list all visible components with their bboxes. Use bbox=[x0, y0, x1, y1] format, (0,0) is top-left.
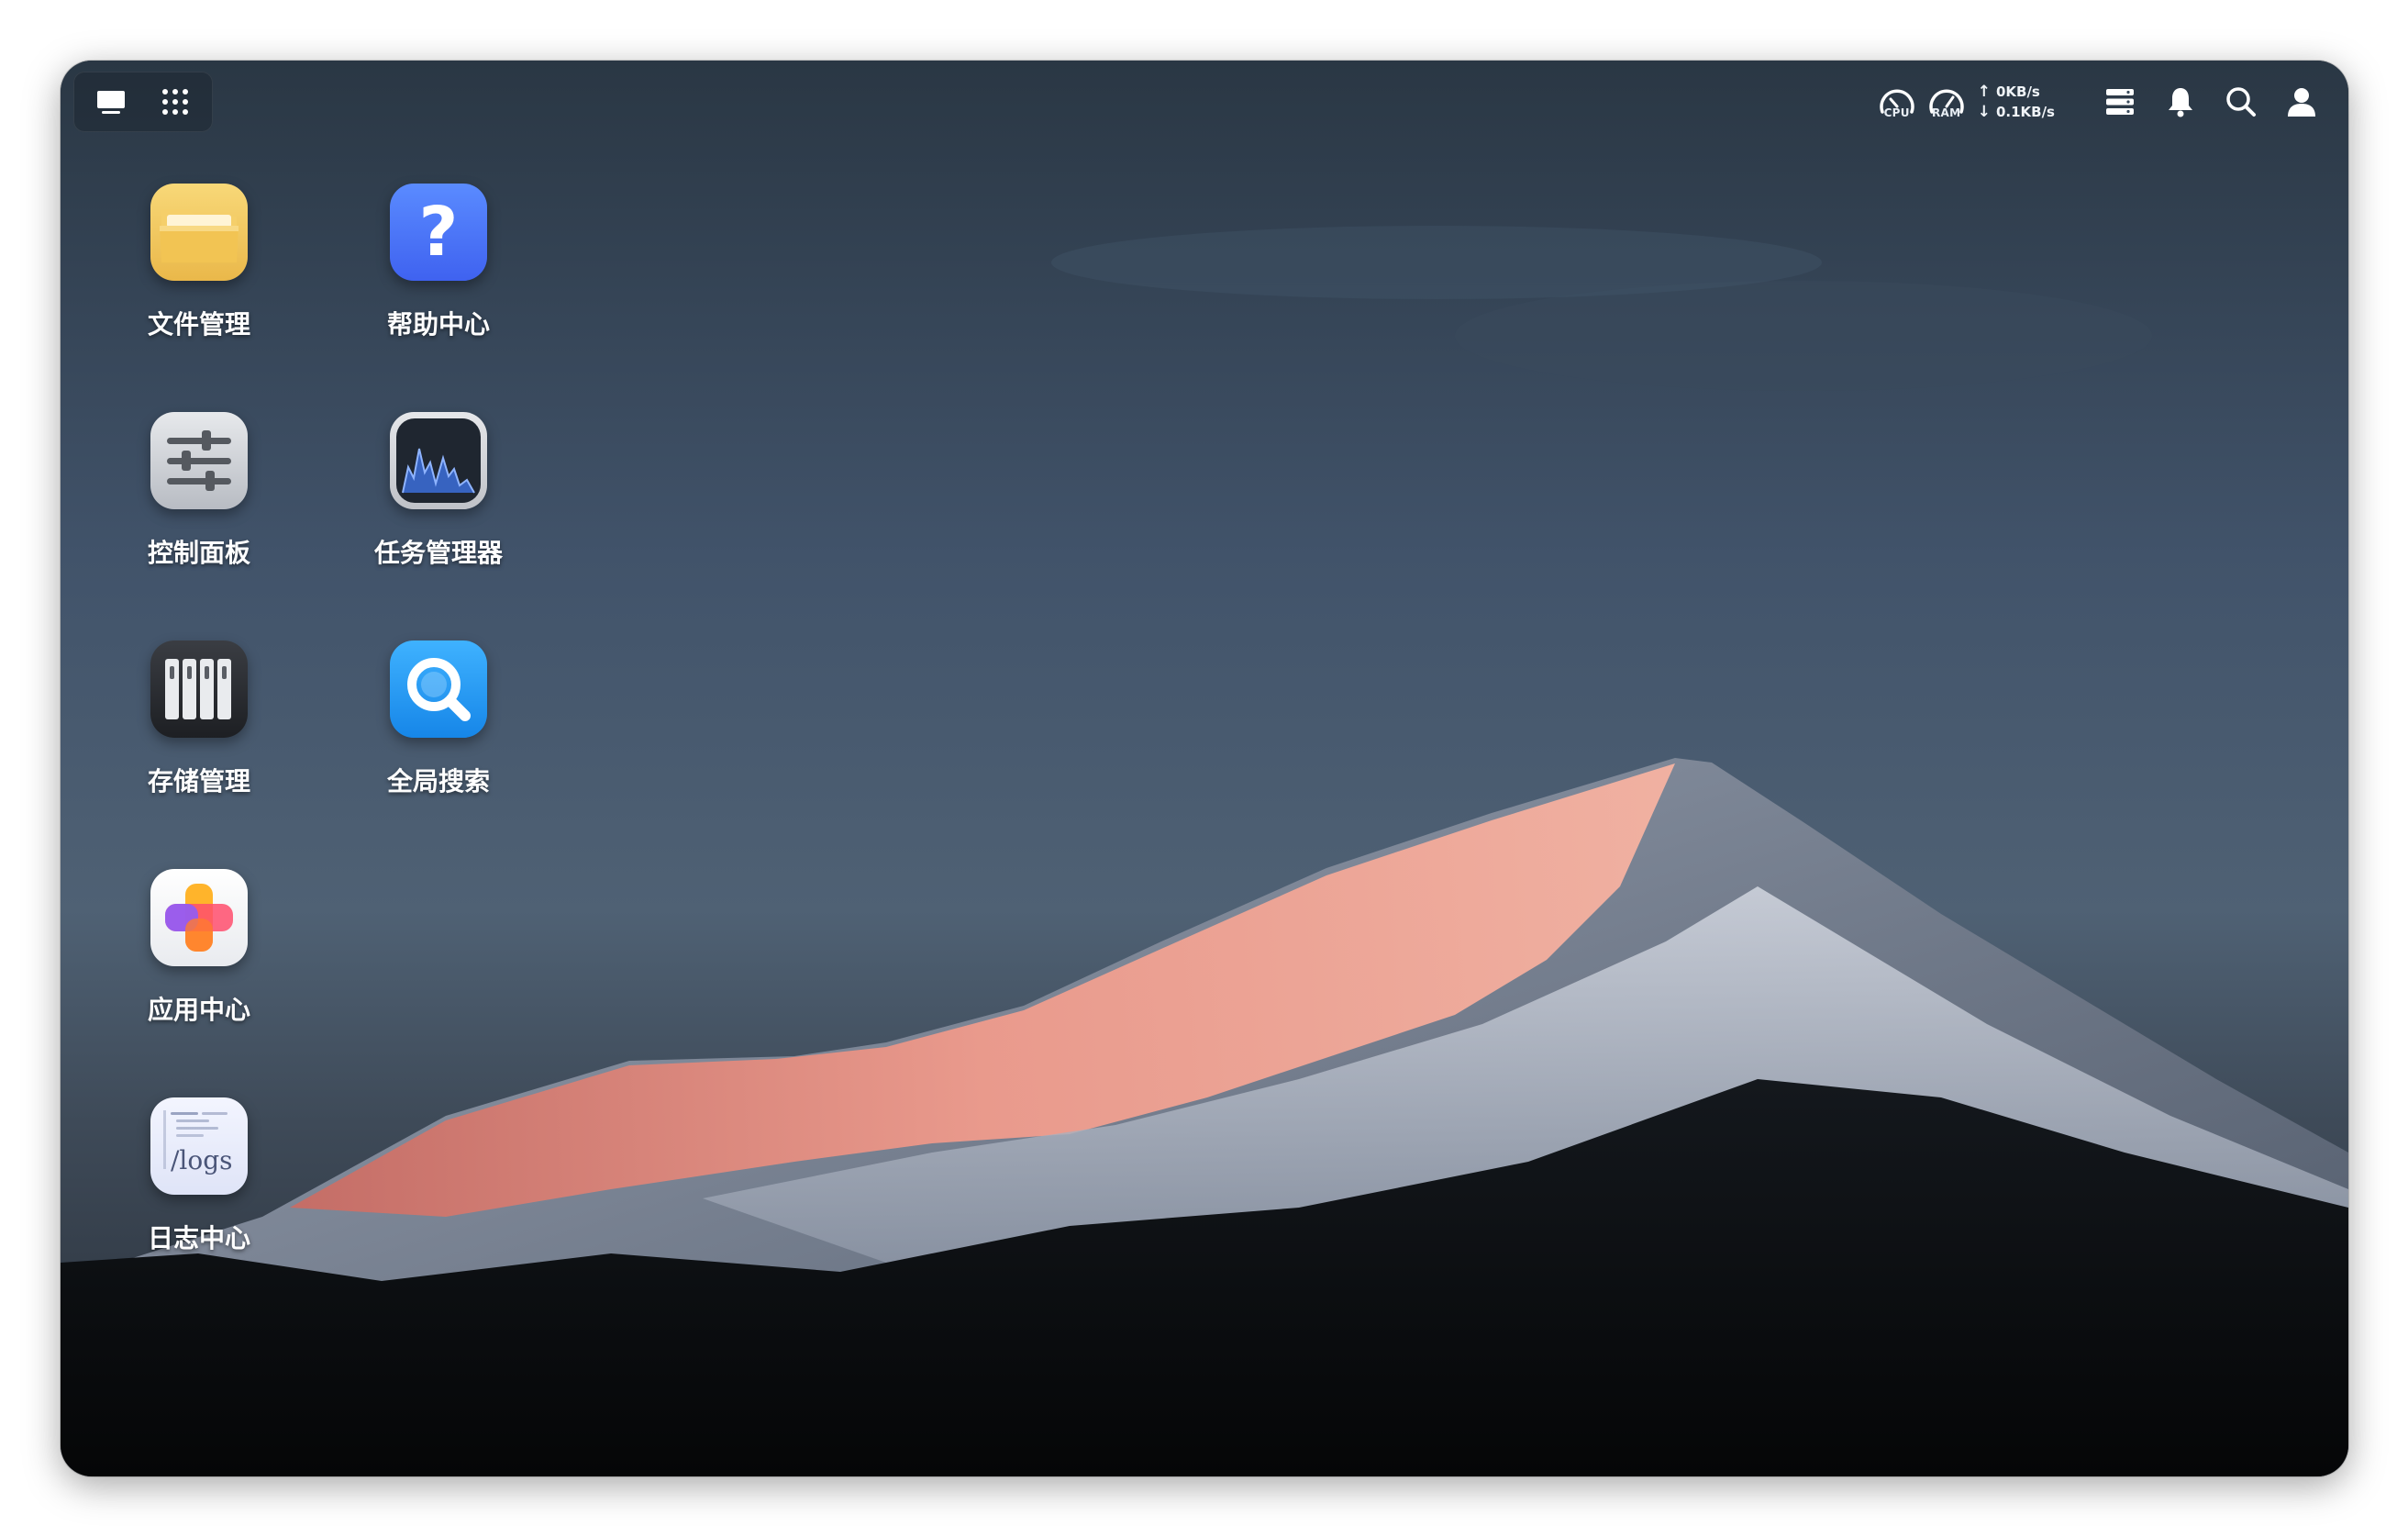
upload-arrow-icon: ↑ bbox=[1977, 83, 1991, 101]
cpu-gauge[interactable]: CPU bbox=[1873, 84, 1921, 119]
search-icon bbox=[2226, 87, 2256, 117]
cpu-label: CPU bbox=[1883, 106, 1910, 119]
app-label: 任务管理器 bbox=[373, 538, 503, 568]
download-speed: 0.1KB/s bbox=[1995, 104, 2055, 120]
storage-status-button[interactable] bbox=[2090, 72, 2150, 132]
app-help-center[interactable]: ? 帮助中心 bbox=[361, 184, 516, 341]
app-label: 日志中心 bbox=[147, 1223, 250, 1253]
folder-icon bbox=[150, 184, 248, 281]
bell-icon bbox=[2169, 88, 2192, 117]
app-storage-manager[interactable]: 存储管理 bbox=[121, 640, 277, 798]
sliders-icon bbox=[150, 412, 248, 509]
app-global-search[interactable]: 全局搜索 bbox=[361, 640, 516, 798]
app-label: 帮助中心 bbox=[386, 309, 490, 340]
grid-menu-icon bbox=[162, 89, 188, 115]
app-task-manager[interactable]: 任务管理器 bbox=[361, 412, 516, 570]
download-speed-row: ↓ 0.1KB/s bbox=[1978, 102, 2055, 122]
svg-text:?: ? bbox=[419, 193, 459, 272]
logs-icon: /logs bbox=[150, 1097, 248, 1195]
app-label: 控制面板 bbox=[147, 538, 250, 568]
show-desktop-button[interactable] bbox=[85, 76, 137, 128]
activity-graph-icon bbox=[390, 412, 487, 509]
logs-icon-text: /logs bbox=[171, 1145, 233, 1175]
network-speed[interactable]: ↑ 0KB/s ↓ 0.1KB/s bbox=[1978, 82, 2055, 122]
main-menu-button[interactable] bbox=[150, 76, 201, 128]
desktop-icon bbox=[97, 91, 125, 114]
taskbar-right-group: CPU RAM ↑ 0KB/s ↓ 0.1KB/s bbox=[1873, 72, 2332, 132]
app-center-icon bbox=[150, 869, 248, 966]
ram-gauge[interactable]: RAM bbox=[1923, 84, 1970, 119]
user-icon bbox=[2288, 88, 2315, 117]
app-log-center[interactable]: /logs 日志中心 bbox=[121, 1097, 277, 1255]
app-control-panel[interactable]: 控制面板 bbox=[121, 412, 277, 570]
ram-label: RAM bbox=[1932, 106, 1961, 119]
magnifier-icon bbox=[390, 640, 487, 738]
notifications-button[interactable] bbox=[2150, 72, 2211, 132]
upload-speed-row: ↑ 0KB/s bbox=[1978, 82, 2055, 102]
app-label: 文件管理 bbox=[147, 309, 250, 340]
app-label: 全局搜索 bbox=[386, 766, 490, 796]
desktop-window: CPU RAM ↑ 0KB/s ↓ 0.1KB/s 文件管理 ? 帮助中心 控制… bbox=[61, 61, 2348, 1476]
app-label: 应用中心 bbox=[147, 995, 250, 1025]
question-icon: ? bbox=[390, 184, 487, 281]
search-button[interactable] bbox=[2211, 72, 2271, 132]
app-label: 存储管理 bbox=[147, 766, 250, 796]
upload-speed: 0KB/s bbox=[1995, 84, 2040, 100]
app-file-manager[interactable]: 文件管理 bbox=[121, 184, 277, 341]
storage-status-icon bbox=[2106, 89, 2134, 115]
user-button[interactable] bbox=[2271, 72, 2332, 132]
download-arrow-icon: ↓ bbox=[1977, 103, 1991, 121]
drive-bays-icon bbox=[150, 640, 248, 738]
app-app-center[interactable]: 应用中心 bbox=[121, 869, 277, 1027]
taskbar: CPU RAM ↑ 0KB/s ↓ 0.1KB/s bbox=[61, 61, 2348, 149]
taskbar-left-group bbox=[73, 72, 213, 132]
